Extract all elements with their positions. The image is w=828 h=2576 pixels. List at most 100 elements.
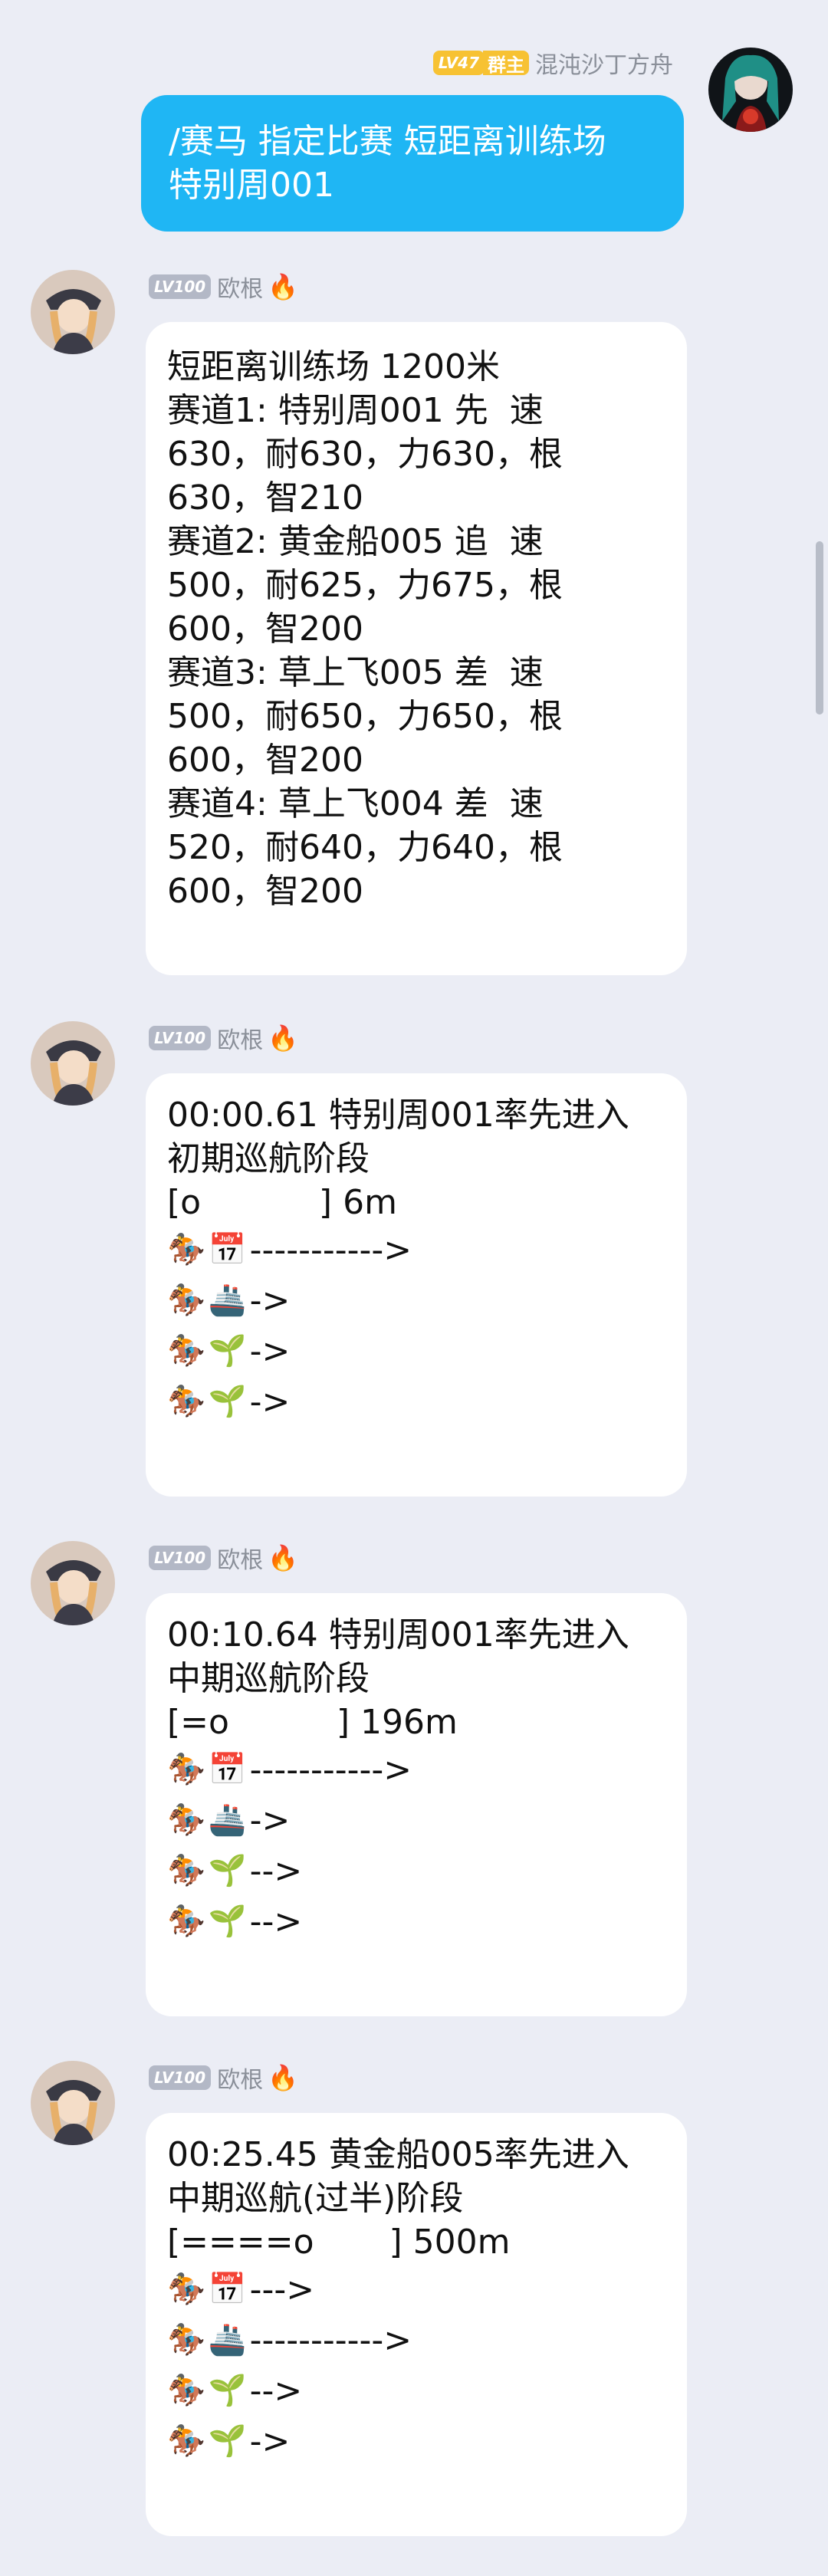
race-track-row: 🏇 🌱 -->	[167, 1845, 665, 1896]
bot-message-meta: LV100 欧根 🔥	[149, 1021, 299, 1055]
horse-racing-icon: 🏇	[167, 1282, 205, 1318]
seedling-icon: 🌱	[208, 1852, 247, 1888]
bot-username[interactable]: 欧根	[217, 1021, 263, 1055]
bot-avatar[interactable]	[31, 1541, 115, 1625]
bot-level-badge: LV100	[149, 274, 212, 299]
track-progress: ->	[249, 1800, 291, 1840]
bot-username[interactable]: 欧根	[217, 1541, 263, 1575]
track-progress: ----------->	[249, 1230, 412, 1270]
fire-icon: 🔥	[268, 2063, 299, 2092]
track-progress: --->	[249, 2269, 315, 2309]
race-track-row: 🏇 🌱 -->	[167, 1896, 665, 1947]
track-progress: ----------->	[249, 1750, 412, 1789]
scrollbar[interactable]	[816, 541, 823, 715]
horse-racing-icon: 🏇	[167, 1332, 205, 1368]
bot-message-meta: LV100 欧根 🔥	[149, 2061, 299, 2095]
calendar-icon: 📅	[208, 2271, 247, 2307]
horse-racing-icon: 🏇	[167, 1383, 205, 1419]
race-track-row: 🏇 🚢 ->	[167, 1275, 665, 1326]
message-line: 赛道2: 黄金船005 追 速	[167, 522, 544, 561]
horse-racing-icon: 🏇	[167, 2372, 205, 2408]
message-line: 赛道1: 特别周001 先 速	[167, 391, 544, 430]
bot-avatar[interactable]	[31, 270, 115, 354]
track-progress: ----------->	[249, 2320, 412, 2360]
fire-icon: 🔥	[268, 1024, 299, 1053]
race-track-row: 🏇 📅 --->	[167, 2264, 665, 2315]
race-track-row: 🏇 🌱 ->	[167, 1376, 665, 1427]
message-line: 630，智210	[167, 478, 363, 518]
ship-icon: 🚢	[208, 1282, 247, 1318]
calendar-icon: 📅	[208, 1751, 247, 1787]
message-line: [====o ] 500m	[167, 2223, 511, 2262]
track-progress: ->	[249, 2421, 291, 2461]
bot-username[interactable]: 欧根	[217, 2061, 263, 2095]
bot-message-bubble[interactable]: 00:25.45 黄金船005率先进入 中期巡航(过半)阶段 [====o ] …	[146, 2113, 687, 2536]
message-line: 600，智200	[167, 872, 363, 911]
horse-racing-icon: 🏇	[167, 1802, 205, 1838]
message-line: 630，耐630，力630，根	[167, 435, 563, 474]
message-line: 600，智200	[167, 610, 363, 649]
message-line: 中期巡航阶段	[167, 1659, 370, 1698]
ship-icon: 🚢	[208, 2321, 247, 2358]
message-line: 赛道4: 草上飞004 差 速	[167, 784, 544, 823]
race-track-row: 🏇 🌱 ->	[167, 1326, 665, 1376]
message-line: 短距离训练场 1200米	[167, 347, 500, 386]
bot-message-meta: LV100 欧根 🔥	[149, 270, 299, 304]
race-track-row: 🏇 🚢 ->	[167, 1795, 665, 1845]
bot-message-meta: LV100 欧根 🔥	[149, 1541, 299, 1575]
horse-racing-icon: 🏇	[167, 2321, 205, 2358]
fire-icon: 🔥	[268, 272, 299, 301]
horse-racing-icon: 🏇	[167, 1751, 205, 1787]
bot-message-bubble[interactable]: 00:00.61 特别周001率先进入 初期巡航阶段 [o ] 6m 🏇 📅 ---…	[146, 1073, 687, 1497]
message-line: 520，耐640，力640，根	[167, 828, 563, 867]
horse-racing-icon: 🏇	[167, 1231, 205, 1267]
fire-icon: 🔥	[268, 1543, 299, 1572]
message-line: 初期巡航阶段	[167, 1139, 370, 1178]
self-role-badge: 群主	[483, 51, 529, 76]
race-track-row: 🏇 🚢 ----------->	[167, 2315, 665, 2365]
seedling-icon: 🌱	[208, 2423, 247, 2459]
bot-avatar[interactable]	[31, 1021, 115, 1106]
track-progress: -->	[249, 1851, 303, 1891]
bot-avatar[interactable]	[31, 2061, 115, 2145]
bot-message-bubble[interactable]: 短距离训练场 1200米 赛道1: 特别周001 先 速 630，耐630，力6…	[146, 322, 687, 975]
track-progress: ->	[249, 1280, 291, 1320]
horse-racing-icon: 🏇	[167, 2423, 205, 2459]
horse-racing-icon: 🏇	[167, 1852, 205, 1888]
bot-level-badge: LV100	[149, 1546, 212, 1570]
self-message-meta: LV47 群主 混沌沙丁方舟	[432, 46, 673, 80]
seedling-icon: 🌱	[208, 1332, 247, 1368]
bot-level-badge: LV100	[149, 2065, 212, 2090]
message-line: 00:25.45 黄金船005率先进入	[167, 2135, 629, 2174]
self-username[interactable]: 混沌沙丁方舟	[535, 46, 673, 80]
message-line: 500，耐650，力650，根	[167, 697, 563, 736]
self-level-badge: LV47	[432, 51, 485, 75]
horse-racing-icon: 🏇	[167, 1903, 205, 1939]
message-line: 00:00.61 特别周001率先进入	[167, 1096, 629, 1135]
message-line: [o ] 6m	[167, 1183, 397, 1222]
message-line: 中期巡航(过半)阶段	[167, 2179, 464, 2218]
message-line: [=o ] 196m	[167, 1703, 458, 1742]
seedling-icon: 🌱	[208, 1903, 247, 1939]
self-message-bubble[interactable]: /赛马 指定比赛 短距离训练场 特别周001	[141, 95, 684, 232]
race-track-row: 🏇 🌱 ->	[167, 2416, 665, 2466]
track-progress: ->	[249, 1331, 291, 1371]
self-message-line: 特别周001	[169, 166, 334, 205]
self-avatar[interactable]	[708, 48, 793, 132]
track-progress: ->	[249, 1382, 291, 1421]
track-progress: -->	[249, 2371, 303, 2410]
race-track-row: 🏇 📅 ----------->	[167, 1224, 665, 1275]
race-track-row: 🏇 🌱 -->	[167, 2365, 665, 2416]
message-line: 赛道3: 草上飞005 差 速	[167, 653, 544, 692]
message-line: 600，智200	[167, 741, 363, 780]
horse-racing-icon: 🏇	[167, 2271, 205, 2307]
track-progress: -->	[249, 1901, 303, 1941]
seedling-icon: 🌱	[208, 1383, 247, 1419]
self-message-line: /赛马 指定比赛 短距离训练场	[169, 122, 606, 161]
race-track-row: 🏇 📅 ----------->	[167, 1744, 665, 1795]
bot-message-bubble[interactable]: 00:10.64 特别周001率先进入 中期巡航阶段 [=o ] 196m 🏇 📅…	[146, 1593, 687, 2016]
bot-username[interactable]: 欧根	[217, 270, 263, 304]
calendar-icon: 📅	[208, 1231, 247, 1267]
ship-icon: 🚢	[208, 1802, 247, 1838]
bot-level-badge: LV100	[149, 1026, 212, 1050]
